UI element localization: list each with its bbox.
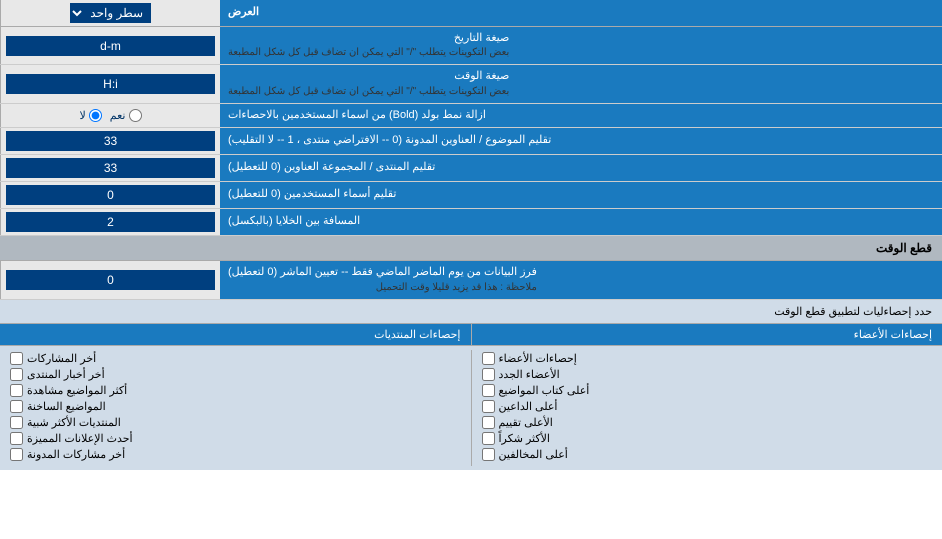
forum-group-limit-text: تقليم المنتدى / المجموعة العناوين (0 للت… bbox=[228, 160, 435, 175]
topic-subject-limit-label: تقليم الموضوع / العناوين المدونة (0 -- ا… bbox=[220, 128, 942, 154]
bold-no-label[interactable]: لا bbox=[80, 109, 102, 122]
checkbox-item-last-donated: أخر مشاركات المدونة bbox=[10, 448, 461, 461]
time-format-title: صيغة الوقت bbox=[228, 69, 509, 84]
checkbox-item-last-announcements: أحدث الإعلانات المميزة bbox=[10, 432, 461, 445]
checkbox-col1: أخر المشاركات أخر أخبار المنتدى أكثر الم… bbox=[0, 350, 472, 466]
cb-most-similar[interactable] bbox=[10, 416, 23, 429]
checkbox-item-forum-news: أخر أخبار المنتدى bbox=[10, 368, 461, 381]
col2-header: إحصاءات الأعضاء bbox=[471, 324, 942, 345]
date-format-input[interactable] bbox=[6, 36, 215, 56]
cb-top-online[interactable] bbox=[482, 400, 495, 413]
username-limit-input[interactable] bbox=[6, 185, 215, 205]
topic-subject-limit-input-cell bbox=[0, 128, 220, 154]
checkbox-item-top-rated: الأعلى تقييم bbox=[482, 416, 933, 429]
realtime-days-title: فرز البيانات من يوم الماضر الماضي فقط --… bbox=[228, 265, 537, 280]
display-mode-cell: سطر واحد متعدد bbox=[0, 0, 220, 26]
checkbox-item-top-posters: أعلى كتاب المواضيع bbox=[482, 384, 933, 397]
forum-group-limit-input[interactable] bbox=[6, 158, 215, 178]
apply-stats-label: حدد إحصاءليات لتطبيق قطع الوقت bbox=[0, 300, 942, 323]
username-limit-input-cell bbox=[0, 182, 220, 208]
display-mode-select[interactable]: سطر واحد متعدد bbox=[70, 3, 151, 23]
cb-top-rated[interactable] bbox=[482, 416, 495, 429]
cb-members-stats[interactable] bbox=[482, 352, 495, 365]
cb-most-thanked[interactable] bbox=[482, 432, 495, 445]
cb-last-announcements[interactable] bbox=[10, 432, 23, 445]
cell-spacing-label: المسافة بين الخلايا (بالبكسل) bbox=[220, 209, 942, 235]
checkbox-item-top-old: المواضيع الساخنة bbox=[10, 400, 461, 413]
cell-spacing-text: المسافة بين الخلايا (بالبكسل) bbox=[228, 214, 360, 229]
col1-header: إحصاءات المنتديات bbox=[0, 324, 471, 345]
cb-top-referrers[interactable] bbox=[482, 448, 495, 461]
forum-group-limit-label: تقليم المنتدى / المجموعة العناوين (0 للت… bbox=[220, 155, 942, 181]
cb-top-posters[interactable] bbox=[482, 384, 495, 397]
username-limit-text: تقليم أسماء المستخدمين (0 للتعطيل) bbox=[228, 187, 396, 202]
time-format-input[interactable] bbox=[6, 74, 215, 94]
cb-last-donated[interactable] bbox=[10, 448, 23, 461]
username-limit-label: تقليم أسماء المستخدمين (0 للتعطيل) bbox=[220, 182, 942, 208]
checkbox-item-last-posts: أخر المشاركات bbox=[10, 352, 461, 365]
checkbox-col2: إحصاءات الأعضاء الأعضاء الجدد أعلى كتاب … bbox=[472, 350, 942, 466]
cb-most-viewed[interactable] bbox=[10, 384, 23, 397]
checkbox-item-most-thanked: الأكثر شكراً bbox=[482, 432, 933, 445]
realtime-days-input[interactable] bbox=[6, 270, 215, 290]
time-format-note: بعض التكوينات يتطلب "/" التي يمكن ان تضا… bbox=[228, 85, 509, 99]
date-format-input-cell bbox=[0, 27, 220, 64]
bold-remove-radio-group: نعم لا bbox=[80, 109, 142, 122]
topic-subject-limit-input[interactable] bbox=[6, 131, 215, 151]
date-format-note: بعض التكوينات يتطلب "/" التي يمكن ان تضا… bbox=[228, 46, 509, 60]
checkbox-item-top-referrers: أعلى المخالفين bbox=[482, 448, 933, 461]
realtime-section-title: قطع الوقت bbox=[876, 241, 932, 255]
checkbox-item-members-stats: إحصاءات الأعضاء bbox=[482, 352, 933, 365]
cb-forum-news[interactable] bbox=[10, 368, 23, 381]
bold-yes-radio[interactable] bbox=[129, 109, 142, 122]
checkbox-item-most-viewed: أكثر المواضيع مشاهدة bbox=[10, 384, 461, 397]
realtime-days-label: فرز البيانات من يوم الماضر الماضي فقط --… bbox=[220, 261, 942, 298]
bold-remove-input-cell: نعم لا bbox=[0, 104, 220, 127]
bold-remove-label: ازالة نمط بولد (Bold) من اسماء المستخدمي… bbox=[220, 104, 942, 127]
cb-new-members[interactable] bbox=[482, 368, 495, 381]
cb-top-old[interactable] bbox=[10, 400, 23, 413]
time-format-label: صيغة الوقت بعض التكوينات يتطلب "/" التي … bbox=[220, 65, 942, 102]
checkbox-item-new-members: الأعضاء الجدد bbox=[482, 368, 933, 381]
cell-spacing-input-cell bbox=[0, 209, 220, 235]
checkbox-item-top-online: أعلى الداعين bbox=[482, 400, 933, 413]
time-format-input-cell bbox=[0, 65, 220, 102]
section-title-label: العرض bbox=[220, 0, 942, 26]
bold-yes-label[interactable]: نعم bbox=[110, 109, 142, 122]
realtime-days-note: ملاحظة : هذا قد يزيد قليلا وقت التحميل bbox=[228, 281, 537, 295]
topic-subject-limit-text: تقليم الموضوع / العناوين المدونة (0 -- ا… bbox=[228, 133, 551, 148]
realtime-section-header: قطع الوقت bbox=[0, 236, 942, 261]
date-format-label: صيغة التاريخ بعض التكوينات يتطلب "/" الت… bbox=[220, 27, 942, 64]
realtime-days-input-cell bbox=[0, 261, 220, 298]
date-format-title: صيغة التاريخ bbox=[228, 31, 509, 46]
checkbox-item-most-similar: المنتديات الأكثر شبية bbox=[10, 416, 461, 429]
bold-remove-text: ازالة نمط بولد (Bold) من اسماء المستخدمي… bbox=[228, 108, 486, 123]
cb-last-posts[interactable] bbox=[10, 352, 23, 365]
forum-group-limit-input-cell bbox=[0, 155, 220, 181]
bold-no-radio[interactable] bbox=[89, 109, 102, 122]
cell-spacing-input[interactable] bbox=[6, 212, 215, 232]
